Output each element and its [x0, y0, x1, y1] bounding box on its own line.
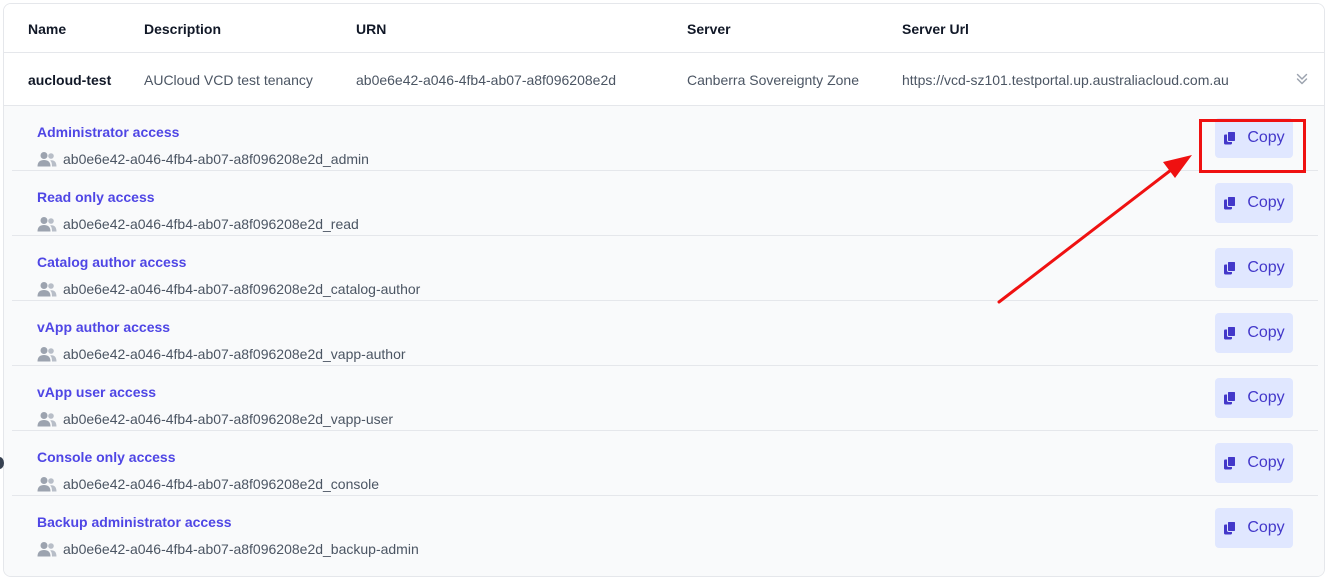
copy-button[interactable]: Copy	[1215, 118, 1293, 158]
users-icon	[37, 542, 57, 557]
access-urn: ab0e6e42-a046-4fb4-ab07-a8f096208e2d_adm…	[63, 151, 369, 167]
access-item: Administrator access ab0e6e42-a046-4fb4-…	[12, 106, 1318, 171]
users-icon	[37, 282, 57, 297]
access-urn: ab0e6e42-a046-4fb4-ab07-a8f096208e2d_bac…	[63, 541, 419, 557]
users-icon	[37, 347, 57, 362]
access-urn-row: ab0e6e42-a046-4fb4-ab07-a8f096208e2d_bac…	[37, 540, 419, 558]
tenant-description: AUCloud VCD test tenancy	[144, 72, 313, 88]
access-urn-row: ab0e6e42-a046-4fb4-ab07-a8f096208e2d_cat…	[37, 280, 420, 298]
access-title[interactable]: Console only access	[37, 449, 176, 465]
access-urn-row: ab0e6e42-a046-4fb4-ab07-a8f096208e2d_vap…	[37, 345, 406, 363]
access-item: Read only access ab0e6e42-a046-4fb4-ab07…	[12, 171, 1318, 236]
copy-label: Copy	[1247, 389, 1285, 406]
users-icon	[37, 152, 57, 167]
clipboard-icon	[1224, 131, 1237, 145]
users-icon	[37, 217, 57, 232]
access-title[interactable]: Catalog author access	[37, 254, 186, 270]
access-urn-row: ab0e6e42-a046-4fb4-ab07-a8f096208e2d_con…	[37, 475, 379, 493]
clipboard-icon	[1224, 521, 1237, 535]
access-item: vApp user access ab0e6e42-a046-4fb4-ab07…	[12, 366, 1318, 431]
access-urn: ab0e6e42-a046-4fb4-ab07-a8f096208e2d_vap…	[63, 346, 406, 362]
copy-button[interactable]: Copy	[1215, 443, 1293, 483]
access-item: Console only access ab0e6e42-a046-4fb4-a…	[12, 431, 1318, 496]
access-title[interactable]: vApp user access	[37, 384, 156, 400]
column-header-server: Server	[687, 21, 731, 37]
access-urn-row: ab0e6e42-a046-4fb4-ab07-a8f096208e2d_vap…	[37, 410, 393, 428]
access-urn: ab0e6e42-a046-4fb4-ab07-a8f096208e2d_con…	[63, 476, 380, 492]
table-row[interactable]: aucloud-test AUCloud VCD test tenancy ab…	[4, 54, 1324, 106]
column-header-name: Name	[28, 21, 67, 37]
copy-button[interactable]: Copy	[1215, 378, 1293, 418]
copy-button[interactable]: Copy	[1215, 248, 1293, 288]
access-title[interactable]: Administrator access	[37, 124, 179, 140]
tenant-server: Canberra Sovereignty Zone	[687, 72, 859, 88]
copy-label: Copy	[1247, 324, 1285, 341]
access-urn: ab0e6e42-a046-4fb4-ab07-a8f096208e2d_rea…	[63, 216, 359, 232]
chevron-double-down-icon[interactable]	[1293, 70, 1311, 88]
column-header-server-url: Server Url	[902, 21, 969, 37]
copy-label: Copy	[1247, 259, 1285, 276]
clipboard-icon	[1224, 261, 1237, 275]
copy-button[interactable]: Copy	[1215, 508, 1293, 548]
access-item: Catalog author access ab0e6e42-a046-4fb4…	[12, 236, 1318, 301]
tenancy-table: Name Description URN Server Server Url a…	[3, 3, 1325, 577]
access-urn: ab0e6e42-a046-4fb4-ab07-a8f096208e2d_cat…	[63, 281, 421, 297]
copy-button[interactable]: Copy	[1215, 313, 1293, 353]
access-item: vApp author access ab0e6e42-a046-4fb4-ab…	[12, 301, 1318, 366]
access-title[interactable]: Read only access	[37, 189, 155, 205]
table-header: Name Description URN Server Server Url	[4, 4, 1324, 53]
tenant-name: aucloud-test	[28, 72, 112, 88]
access-title[interactable]: Backup administrator access	[37, 514, 232, 530]
copy-button[interactable]: Copy	[1215, 183, 1293, 223]
access-title[interactable]: vApp author access	[37, 319, 170, 335]
copy-label: Copy	[1247, 454, 1285, 471]
access-list: Administrator access ab0e6e42-a046-4fb4-…	[4, 106, 1324, 576]
column-header-urn: URN	[356, 21, 387, 37]
access-urn: ab0e6e42-a046-4fb4-ab07-a8f096208e2d_vap…	[63, 411, 394, 427]
copy-label: Copy	[1247, 194, 1285, 211]
clipboard-icon	[1224, 391, 1237, 405]
access-urn-row: ab0e6e42-a046-4fb4-ab07-a8f096208e2d_rea…	[37, 215, 359, 233]
tenant-urn: ab0e6e42-a046-4fb4-ab07-a8f096208e2d	[356, 72, 617, 88]
access-item: Backup administrator access ab0e6e42-a04…	[12, 496, 1318, 561]
clipboard-icon	[1224, 456, 1237, 470]
users-icon	[37, 412, 57, 427]
copy-label: Copy	[1247, 129, 1285, 146]
tenant-server-url: https://vcd-sz101.testportal.up.australi…	[902, 72, 1229, 88]
copy-label: Copy	[1247, 519, 1285, 536]
column-header-description: Description	[144, 21, 222, 37]
access-urn-row: ab0e6e42-a046-4fb4-ab07-a8f096208e2d_adm…	[37, 150, 369, 168]
users-icon	[37, 477, 57, 492]
clipboard-icon	[1224, 196, 1237, 210]
clipboard-icon	[1224, 326, 1237, 340]
